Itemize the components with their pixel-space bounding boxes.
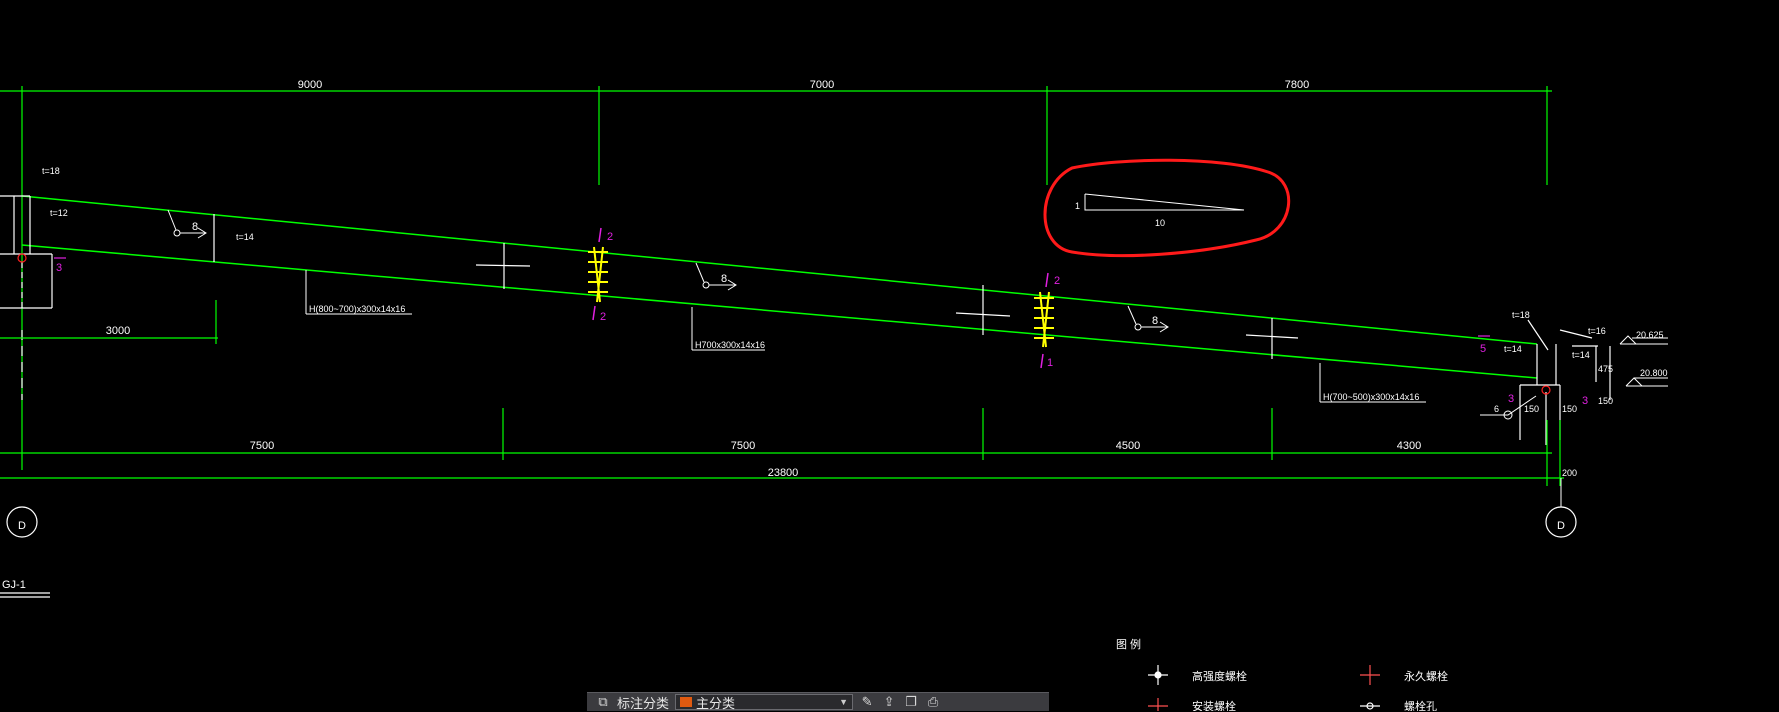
- top-dim-1: 9000: [298, 79, 322, 91]
- rafter-outline[interactable]: [21, 195, 1538, 379]
- weld-size-2: 8: [721, 273, 727, 285]
- right-end-plate: [1519, 319, 1611, 445]
- bolt-splice-1: [588, 246, 608, 303]
- plate-label-1: t=18: [42, 166, 60, 176]
- plate-label-6: t=16: [1588, 326, 1606, 336]
- axis-label-left: D: [18, 520, 26, 532]
- drawing-title: GJ-1: [2, 579, 26, 591]
- legend-symbol-4: [1360, 702, 1380, 710]
- print-icon[interactable]: ⎙: [925, 695, 941, 709]
- left-dimension-line: [0, 300, 218, 344]
- plate-label-3: t=14: [236, 232, 254, 242]
- bottom-dim-2: 7500: [731, 440, 755, 452]
- weld-symbol-2: [695, 262, 737, 291]
- bolt-splice-2: [1034, 291, 1054, 348]
- toolbar-label: 标注分类: [617, 695, 670, 711]
- bolt-ref: 6: [1494, 404, 1499, 414]
- category-select-value: 主分类: [696, 695, 736, 711]
- plate-label-2: t=12: [50, 208, 68, 218]
- plate-label-4: t=18: [1512, 310, 1530, 320]
- left-dim: 3000: [106, 325, 130, 337]
- legend-item-2: 永久螺栓: [1404, 669, 1448, 683]
- bottom-dim-4: 4300: [1397, 440, 1421, 452]
- top-dim-3: 7800: [1285, 79, 1309, 91]
- weld-size-1: 8: [192, 221, 198, 233]
- legend-item-1: 高强度螺栓: [1192, 669, 1247, 683]
- right-dim-2: 150: [1562, 404, 1577, 414]
- top-dimension-line: [0, 86, 1552, 470]
- plate-label-7: t=14: [1572, 350, 1590, 360]
- right-offset-dim: 200: [1562, 468, 1577, 478]
- legend-title: 图 例: [1116, 637, 1141, 651]
- left-column: [0, 195, 53, 400]
- upload-icon[interactable]: ⇪: [881, 695, 897, 709]
- legend-item-3: 安装螺栓: [1192, 699, 1236, 711]
- axis-bubble-right[interactable]: D: [1545, 506, 1577, 538]
- weld-size-3: 8: [1152, 315, 1158, 327]
- splice-mark-2: 2: [600, 311, 606, 323]
- slope-run: 10: [1155, 218, 1165, 228]
- top-dim-2: 7000: [810, 79, 834, 91]
- splice-mark-4: 1: [1047, 357, 1053, 369]
- right-dim-3: 475: [1598, 364, 1613, 374]
- slope-rise: 1: [1075, 201, 1080, 211]
- beam-label-3: H(700~500)x300x14x16: [1323, 392, 1419, 402]
- category-color-swatch: [680, 697, 693, 707]
- annotation-toolbar: ⧉ 标注分类 主分类 ▼ ✎ ⇪ ❐ ⎙: [587, 692, 1049, 711]
- chevron-down-icon: ▼: [839, 697, 849, 707]
- elevation-markers: [1619, 335, 1668, 387]
- category-select[interactable]: 主分类 ▼: [675, 694, 854, 711]
- weld-symbol-3: [1127, 305, 1169, 333]
- overall-dim: 23800: [768, 467, 799, 479]
- stiffeners: [213, 214, 1299, 359]
- beam-label-2: H700x300x14x16: [695, 340, 765, 350]
- splice-mark-1: 2: [607, 231, 613, 243]
- legend-symbol-2: [1360, 665, 1380, 685]
- right-dim-1: 150: [1524, 404, 1539, 414]
- legend-item-4: 螺栓孔: [1404, 699, 1437, 711]
- layers-icon[interactable]: ⧉: [595, 695, 611, 709]
- section-mark-right: 5: [1480, 343, 1486, 355]
- weld-symbol-1: [167, 209, 207, 239]
- bottom-dim-1: 7500: [250, 440, 274, 452]
- splice-mark-3: 2: [1054, 275, 1060, 287]
- section-mark-right-2: 3: [1508, 393, 1514, 405]
- elevation-2: 20.800: [1640, 368, 1668, 378]
- red-highlight-annotation: [1043, 158, 1291, 258]
- legend-symbol-1: [1148, 665, 1168, 685]
- edit-icon[interactable]: ✎: [859, 695, 875, 709]
- axis-label-right: D: [1557, 520, 1565, 532]
- elevation-1: 20.625: [1636, 330, 1664, 340]
- legend-symbol-3: [1148, 698, 1168, 711]
- right-dim-4: 150: [1598, 396, 1613, 406]
- beam-label-1: H(800~700)x300x14x16: [309, 304, 405, 314]
- bottom-dim-3: 4500: [1116, 440, 1140, 452]
- copy-icon[interactable]: ❐: [903, 695, 919, 709]
- slope-symbol: [1084, 193, 1245, 211]
- section-mark-right-3: 3: [1582, 395, 1588, 407]
- cad-canvas[interactable]: 9000 7000 7800 t=18 t=12 t=14 3 8 8 8 H(…: [0, 0, 1779, 711]
- plate-label-5: t=14: [1504, 344, 1522, 354]
- section-mark-left: 3: [56, 262, 62, 274]
- axis-bubble-left[interactable]: D: [6, 506, 38, 538]
